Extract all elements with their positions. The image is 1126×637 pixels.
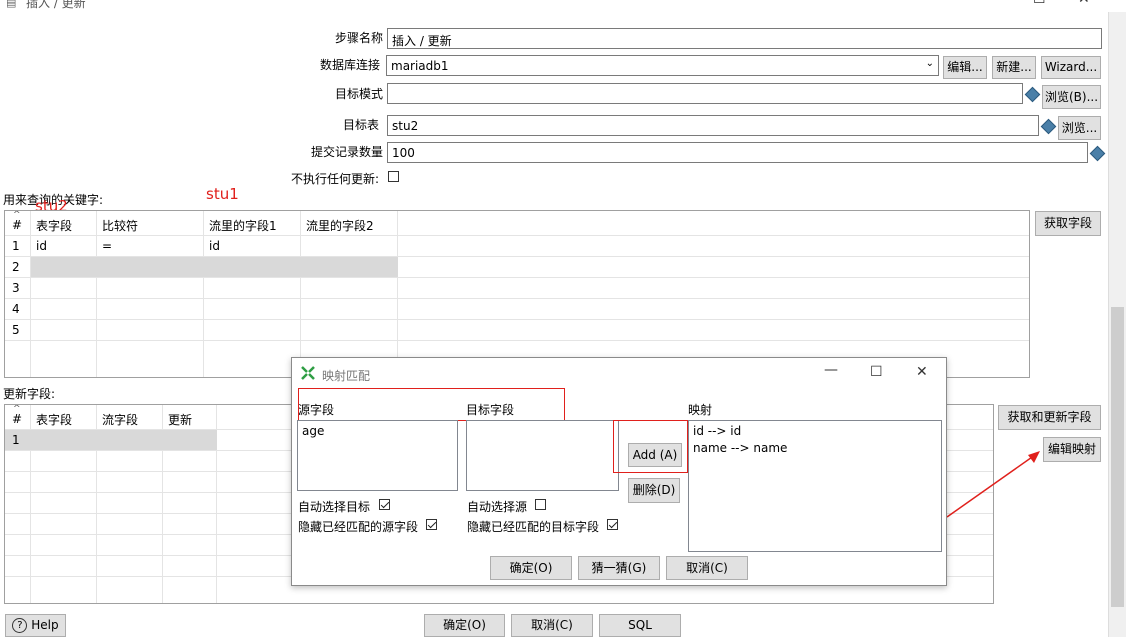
- db-conn-value: mariadb1: [391, 59, 449, 73]
- table-row[interactable]: 5: [5, 320, 1029, 340]
- mapping-list[interactable]: id --> id name --> name: [688, 420, 942, 552]
- db-conn-select[interactable]: mariadb1 ⌄: [386, 55, 939, 76]
- help-label: Help: [31, 618, 59, 632]
- chevron-down-icon: ⌄: [925, 58, 934, 69]
- schema-label: 目标模式: [334, 87, 383, 101]
- list-item[interactable]: age: [302, 423, 453, 440]
- new-connection-button[interactable]: 新建...: [992, 56, 1036, 79]
- schema-variable-icon: [1024, 86, 1041, 103]
- edit-connection-button[interactable]: 编辑...: [943, 56, 987, 79]
- close-icon[interactable]: ✕: [916, 364, 928, 380]
- hide-target-label: 隐藏已经匹配的目标字段: [467, 520, 600, 534]
- guess-button[interactable]: 猜一猜(G): [578, 556, 660, 580]
- annotation-arrow: [946, 451, 1040, 518]
- sql-button[interactable]: SQL: [599, 614, 681, 637]
- key-col-num: #: [12, 218, 23, 232]
- get-update-fields-button[interactable]: 获取和更新字段: [998, 405, 1101, 430]
- dialog-cancel-button[interactable]: 取消(C): [666, 556, 748, 580]
- commit-size-input[interactable]: 100: [387, 142, 1088, 163]
- close-icon[interactable]: ✕: [1078, 0, 1090, 7]
- browse-table-button[interactable]: 浏览...: [1058, 116, 1101, 140]
- table-row[interactable]: 4: [5, 299, 1029, 319]
- list-item[interactable]: id --> id: [693, 423, 937, 440]
- edit-mapping-button[interactable]: 编辑映射: [1043, 437, 1101, 462]
- auto-target-label: 自动选择目标: [298, 500, 371, 514]
- cancel-button[interactable]: 取消(C): [511, 614, 593, 637]
- commit-variable-icon: [1089, 145, 1106, 162]
- commit-size-label: 提交记录数量: [310, 145, 383, 159]
- auto-source-label: 自动选择源: [467, 500, 528, 514]
- table-variable-icon: [1040, 118, 1057, 135]
- key-col-table-field[interactable]: 表字段: [36, 217, 72, 234]
- key-table[interactable]: ^ # 表字段 比较符 流里的字段1 流里的字段2 1 id = id 2 3 …: [4, 210, 1030, 378]
- update-col-stream-field[interactable]: 流字段: [102, 411, 138, 428]
- minimize-icon[interactable]: —: [988, 0, 1002, 6]
- table-row[interactable]: 1 id = id: [5, 236, 1029, 256]
- mapping-label: 映射: [688, 403, 713, 417]
- update-col-num: #: [12, 412, 23, 426]
- delete-button[interactable]: 删除(D): [628, 478, 680, 503]
- mapping-dialog: 映射匹配 — ☐ ✕ 源字段 目标字段 映射 age Add (A) 删除(D)…: [291, 357, 947, 586]
- header-annotation-box: [298, 388, 565, 421]
- app-icon: ▤: [6, 0, 17, 9]
- hide-source-checkbox[interactable]: [426, 519, 437, 530]
- update-col-update[interactable]: 更新: [168, 411, 192, 428]
- help-icon: ?: [12, 618, 28, 633]
- list-item[interactable]: name --> name: [693, 440, 937, 457]
- selected-row-highlight: [5, 430, 217, 450]
- hide-source-label: 隐藏已经匹配的源字段: [298, 520, 419, 534]
- source-field-list[interactable]: age: [297, 420, 458, 491]
- db-conn-label: 数据库连接: [319, 58, 380, 72]
- main-scrollbar[interactable]: [1108, 12, 1126, 637]
- target-table-input[interactable]: stu2: [387, 115, 1039, 136]
- selected-row-highlight: [31, 257, 398, 277]
- browse-schema-button[interactable]: 浏览(B)...: [1042, 85, 1101, 109]
- key-col-stream2[interactable]: 流里的字段2: [306, 217, 374, 234]
- key-col-stream1[interactable]: 流里的字段1: [209, 217, 277, 234]
- step-name-label: 步骤名称: [334, 31, 383, 45]
- dialog-ok-button[interactable]: 确定(O): [490, 556, 572, 580]
- dialog-title: 映射匹配: [322, 369, 371, 383]
- ok-button[interactable]: 确定(O): [424, 614, 505, 637]
- table-row[interactable]: 3: [5, 278, 1029, 298]
- key-col-comparator[interactable]: 比较符: [102, 217, 138, 234]
- no-update-label: 不执行任何更新:: [290, 172, 379, 186]
- hide-target-checkbox[interactable]: [607, 519, 618, 530]
- add-button[interactable]: Add (A): [628, 443, 682, 467]
- target-field-list[interactable]: [466, 420, 619, 491]
- no-update-checkbox[interactable]: [388, 171, 399, 182]
- mapping-app-icon: [301, 366, 315, 380]
- maximize-icon[interactable]: ☐: [1033, 0, 1046, 7]
- auto-source-checkbox[interactable]: [535, 499, 546, 510]
- minimize-icon[interactable]: —: [824, 362, 838, 378]
- step-name-input[interactable]: 插入 / 更新: [387, 28, 1102, 49]
- wizard-button[interactable]: Wizard...: [1041, 56, 1101, 79]
- schema-input[interactable]: [387, 83, 1023, 104]
- title-bar: ▤ 插入 / 更新 — ☐ ✕: [0, 0, 1126, 12]
- table-row[interactable]: 2: [5, 257, 1029, 277]
- annotation-stu1: stu1: [206, 185, 239, 203]
- update-section-label: 更新字段:: [3, 387, 56, 401]
- get-fields-button[interactable]: 获取字段: [1035, 211, 1101, 236]
- maximize-icon[interactable]: ☐: [870, 364, 883, 380]
- update-col-table-field[interactable]: 表字段: [36, 411, 72, 428]
- help-button[interactable]: ? Help: [5, 614, 66, 637]
- scrollbar-thumb[interactable]: [1111, 307, 1124, 607]
- auto-target-checkbox[interactable]: [379, 499, 390, 510]
- target-table-label: 目标表: [342, 118, 379, 132]
- window-title: 插入 / 更新: [26, 0, 86, 10]
